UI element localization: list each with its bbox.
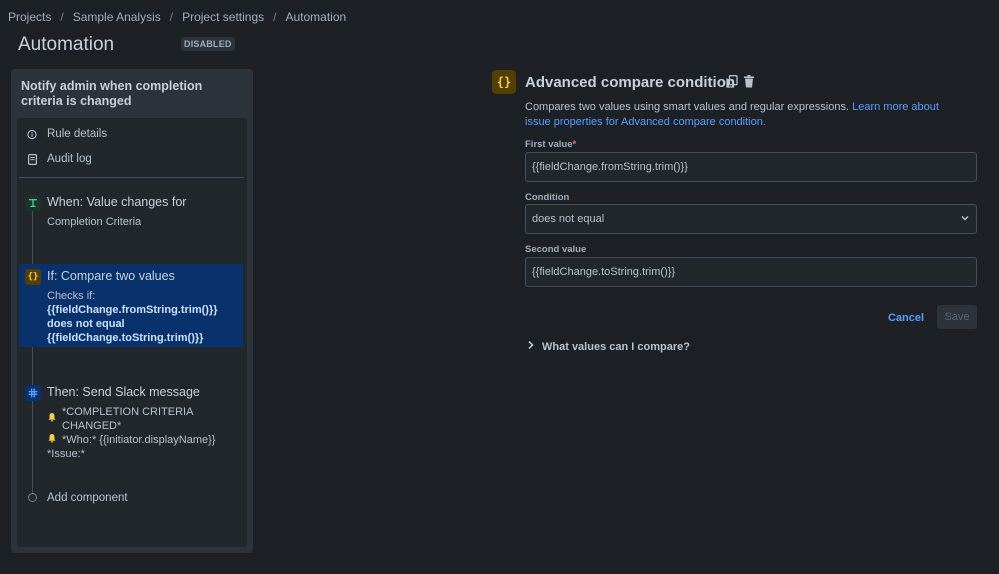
- condition-expression: {{fieldChange.fromString.trim()}} does n…: [47, 304, 218, 344]
- what-values-expander[interactable]: What values can I compare?: [527, 340, 690, 353]
- chevron-right-icon: [527, 340, 535, 353]
- first-value-label: First value*: [525, 139, 577, 150]
- config-description: Compares two values using smart values a…: [525, 100, 955, 130]
- breadcrumb-automation[interactable]: Automation: [285, 10, 346, 24]
- description-text: Compares two values using smart values a…: [525, 101, 850, 113]
- add-component-button[interactable]: Add component: [47, 492, 128, 504]
- audit-log-icon: [27, 153, 37, 165]
- breadcrumb: Projects / Sample Analysis / Project set…: [8, 10, 346, 24]
- expander-label: What values can I compare?: [542, 340, 690, 353]
- audit-log-link[interactable]: Audit log: [27, 153, 92, 165]
- trigger-title: When: Value changes for: [47, 195, 187, 209]
- chevron-down-icon: [960, 213, 970, 226]
- status-badge: DISABLED: [181, 37, 235, 51]
- first-value-input[interactable]: {{fieldChange.fromString.trim()}}: [525, 152, 977, 182]
- rule-components: Rule details Audit log When: Value chang…: [17, 118, 247, 547]
- condition-title: If: Compare two values: [47, 269, 175, 283]
- info-icon: [27, 129, 37, 140]
- trigger-icon: [25, 195, 41, 211]
- trash-icon[interactable]: [743, 75, 755, 91]
- message-line-3: *Issue:*: [47, 448, 85, 460]
- condition-select-value: does not equal: [532, 213, 605, 225]
- message-line-1: *COMPLETION CRITERIA CHANGED*: [62, 406, 193, 432]
- page-title: Automation: [18, 34, 115, 55]
- rule-name: Notify admin when completion criteria is…: [21, 79, 203, 108]
- divider: [19, 177, 244, 178]
- rule-panel: Notify admin when completion criteria is…: [11, 69, 253, 553]
- condition-summary: Checks if: {{fieldChange.fromString.trim…: [47, 289, 237, 345]
- action-title: Then: Send Slack message: [47, 385, 200, 399]
- trigger-field: Completion Criteria: [47, 216, 142, 228]
- trigger-step[interactable]: When: Value changes for Completion Crite…: [19, 192, 243, 237]
- condition-label: Condition: [525, 192, 570, 203]
- config-actions: [726, 75, 755, 91]
- action-step[interactable]: Then: Send Slack message *COMPLETION CRI…: [19, 382, 243, 460]
- audit-log-label: Audit log: [47, 153, 92, 165]
- add-component-dot[interactable]: [28, 493, 37, 502]
- rule-details-link[interactable]: Rule details: [27, 128, 107, 140]
- copy-icon[interactable]: [726, 75, 738, 91]
- rule-details-label: Rule details: [47, 128, 108, 140]
- second-value-label: Second value: [525, 244, 587, 255]
- bell-icon: [47, 433, 57, 447]
- action-message: *COMPLETION CRITERIA CHANGED* *Who:* {{i…: [47, 405, 243, 461]
- config-title: Advanced compare condition: [525, 74, 736, 91]
- breadcrumb-project-settings[interactable]: Project settings: [182, 10, 264, 24]
- condition-icon: {}: [25, 269, 41, 285]
- breadcrumb-separator: /: [60, 10, 64, 24]
- condition-step[interactable]: {} If: Compare two values Checks if: {{f…: [19, 264, 243, 347]
- message-line: *Who:* {{initiator.displayName}}: [47, 433, 243, 447]
- save-button[interactable]: Save: [937, 305, 977, 329]
- breadcrumb-separator: /: [273, 10, 277, 24]
- condition-icon: {}: [492, 70, 516, 94]
- slack-icon: [25, 385, 41, 401]
- condition-prefix: Checks if:: [47, 290, 96, 302]
- breadcrumb-separator: /: [169, 10, 174, 24]
- bell-icon: [47, 412, 57, 426]
- message-line: *COMPLETION CRITERIA CHANGED*: [47, 405, 243, 433]
- message-line-2: *Who:* {{initiator.displayName}}: [62, 434, 216, 446]
- cancel-button[interactable]: Cancel: [886, 306, 926, 330]
- breadcrumb-projects[interactable]: Projects: [8, 10, 51, 24]
- breadcrumb-sample-analysis[interactable]: Sample Analysis: [73, 10, 161, 24]
- condition-select[interactable]: does not equal: [525, 204, 977, 234]
- second-value-input[interactable]: {{fieldChange.toString.trim()}}: [525, 257, 977, 287]
